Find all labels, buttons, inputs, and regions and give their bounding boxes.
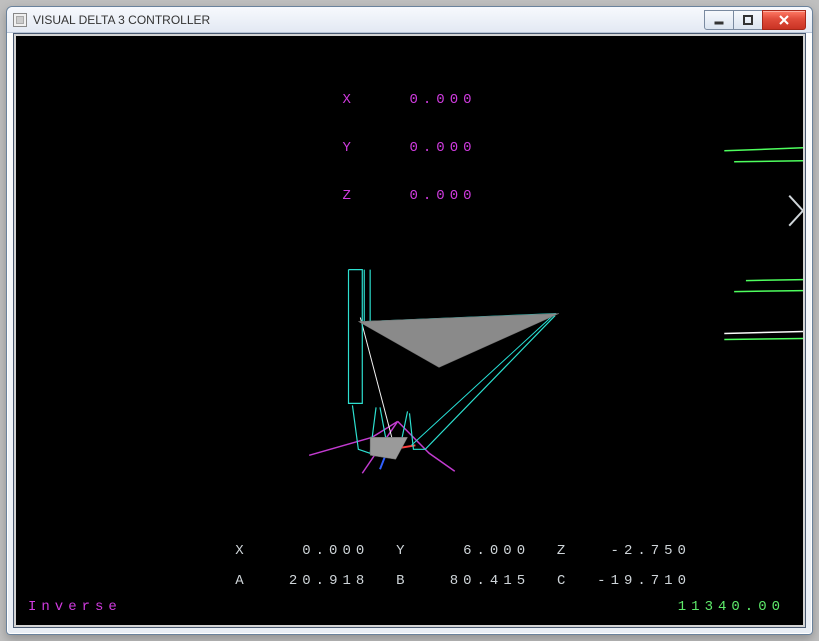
top-xyz-readout: X 0.000 Y 0.000 Z 0.000 xyxy=(16,60,803,236)
viewport[interactable]: X 0.000 Y 0.000 Z 0.000 X 0.000 Y 6.000 … xyxy=(16,36,803,625)
bottom-abc-readout: A 20.918 B 80.415 C -19.710 xyxy=(16,557,803,605)
top-z-label: Z xyxy=(342,188,355,204)
b2-a-value: 20.918 xyxy=(289,573,369,589)
app-icon xyxy=(13,13,27,27)
top-x-label: X xyxy=(342,92,355,108)
app-window: VISUAL DELTA 3 CONTROLLER xyxy=(6,6,813,635)
caption-buttons xyxy=(705,10,806,30)
close-button[interactable] xyxy=(762,10,806,30)
top-x-value: 0.000 xyxy=(410,92,477,108)
top-y-value: 0.000 xyxy=(410,140,477,156)
window-title: VISUAL DELTA 3 CONTROLLER xyxy=(33,13,705,27)
top-z-value: 0.000 xyxy=(410,188,477,204)
client-area: X 0.000 Y 0.000 Z 0.000 X 0.000 Y 6.000 … xyxy=(13,33,806,628)
mode-label: Inverse xyxy=(28,599,122,615)
b2-c-label: C xyxy=(557,573,570,589)
minimize-button[interactable] xyxy=(704,10,734,30)
maximize-button[interactable] xyxy=(733,10,763,30)
titlebar[interactable]: VISUAL DELTA 3 CONTROLLER xyxy=(7,7,812,33)
b2-c-value: -19.710 xyxy=(597,573,691,589)
b2-b-value: 80.415 xyxy=(450,573,530,589)
b2-a-label: A xyxy=(235,573,248,589)
top-y-label: Y xyxy=(342,140,355,156)
frame-counter: 11340.00 xyxy=(678,599,785,615)
b2-b-label: B xyxy=(396,573,409,589)
